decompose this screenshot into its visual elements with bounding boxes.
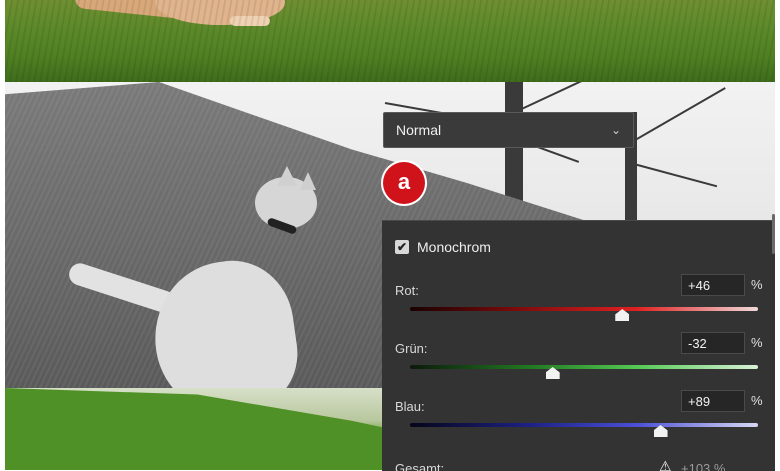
channel-value-input[interactable]: +89 (681, 390, 745, 412)
percent-unit: % (751, 393, 763, 408)
slider-track[interactable] (410, 365, 758, 369)
panel-scrollbar[interactable] (772, 214, 775, 254)
slider-track[interactable] (410, 423, 758, 427)
grass-texture (5, 0, 775, 82)
channel-mixer-panel: ✔ Monochrom Rot: +46 % Grün: -32 % Blau:… (382, 220, 775, 471)
channel-label: Rot: (395, 283, 419, 298)
monochrome-option[interactable]: ✔ Monochrom (395, 239, 491, 255)
channel-value-input[interactable]: -32 (681, 332, 745, 354)
blend-mode-value: Normal (396, 122, 442, 138)
callout-marker: a (383, 162, 425, 204)
cat-ear (300, 172, 316, 190)
cat-ear (277, 166, 297, 186)
chevron-down-icon[interactable]: ⌄ (611, 123, 621, 137)
channel-label: Grün: (395, 341, 428, 356)
slider-track[interactable] (410, 307, 758, 311)
channel-label: Blau: (395, 399, 425, 414)
photo-top-strip (5, 0, 775, 82)
percent-unit: % (751, 277, 763, 292)
channel-value-input[interactable]: +46 (681, 274, 745, 296)
blend-mode-select[interactable]: Normal ⌄ (383, 112, 634, 148)
percent-unit: % (751, 335, 763, 350)
warning-icon: ⚠ (659, 458, 672, 471)
monochrome-checkbox[interactable]: ✔ (395, 240, 409, 254)
monochrome-label: Monochrom (417, 239, 491, 255)
